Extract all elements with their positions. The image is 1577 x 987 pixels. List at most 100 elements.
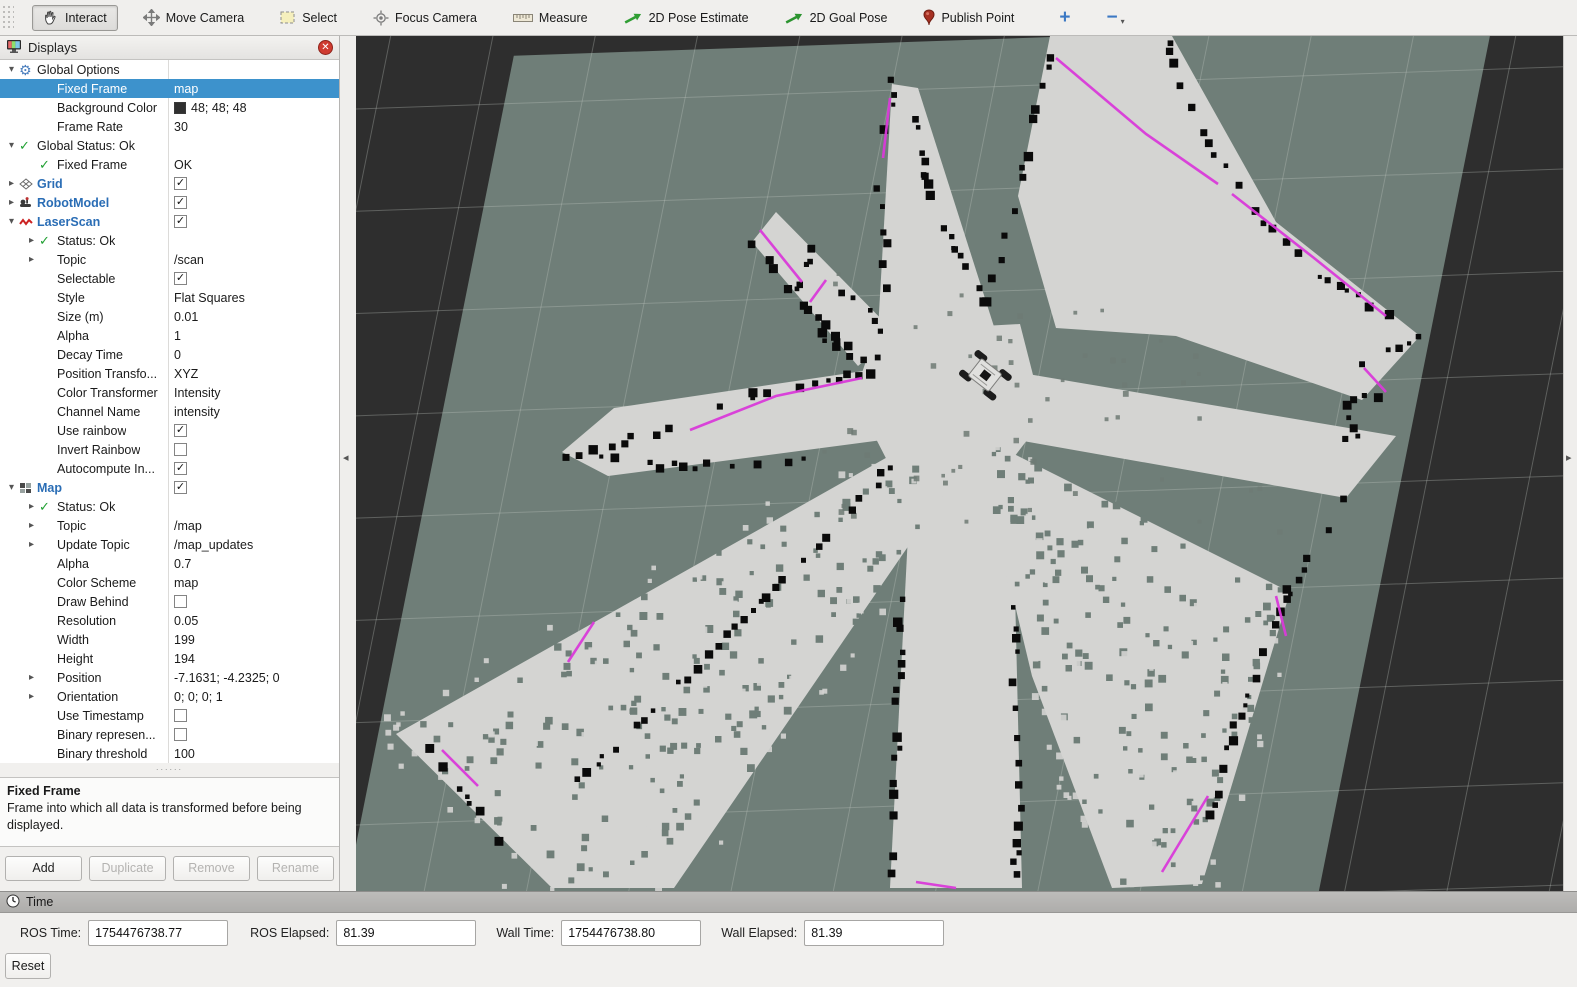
add-tool-button[interactable]: + <box>1051 7 1078 29</box>
property-value[interactable]: Flat Squares <box>169 288 339 307</box>
tree-row[interactable]: Draw Behind <box>0 592 339 611</box>
tree-row[interactable]: ▾ LaserScan ✓ <box>0 212 339 231</box>
property-value[interactable] <box>169 706 339 725</box>
property-value[interactable]: 48; 48; 48 <box>169 98 339 117</box>
left-splitter[interactable]: ◂ <box>340 36 356 891</box>
tool-button[interactable]: Move Camera <box>132 4 256 31</box>
tree-row[interactable]: ▸ Grid ✓ <box>0 174 339 193</box>
tree-row[interactable]: Resolution 0.05 <box>0 611 339 630</box>
tree-row[interactable]: Style Flat Squares <box>0 288 339 307</box>
property-value[interactable]: intensity <box>169 402 339 421</box>
collapse-right-icon[interactable]: ▸ <box>1566 451 1572 464</box>
tool-button[interactable]: Select <box>269 6 348 30</box>
3d-viewport[interactable] <box>356 36 1563 891</box>
tree-row[interactable]: ▸ Update Topic /map_updates <box>0 535 339 554</box>
tree-row[interactable]: ▸ RobotModel ✓ <box>0 193 339 212</box>
tree-row[interactable]: Frame Rate 30 <box>0 117 339 136</box>
panel-button[interactable]: Remove <box>173 856 250 881</box>
tree-row[interactable]: ▾ ⚙ Global Options <box>0 60 339 79</box>
property-value[interactable]: Intensity <box>169 383 339 402</box>
collapse-left-icon[interactable]: ◂ <box>343 451 349 464</box>
time-field-input[interactable] <box>561 920 701 946</box>
property-value[interactable] <box>169 592 339 611</box>
tree-row[interactable]: Selectable ✓ <box>0 269 339 288</box>
property-value[interactable] <box>169 497 339 516</box>
tree-row[interactable]: Autocompute In... ✓ <box>0 459 339 478</box>
tree-row[interactable]: ▸ Orientation 0; 0; 0; 1 <box>0 687 339 706</box>
property-value[interactable]: 0 <box>169 345 339 364</box>
panel-button[interactable]: Duplicate <box>89 856 166 881</box>
property-value[interactable] <box>169 725 339 744</box>
expander-icon[interactable]: ▾ <box>4 140 19 151</box>
time-field-input[interactable] <box>804 920 944 946</box>
property-value[interactable]: ✓ <box>169 269 339 288</box>
property-value[interactable] <box>169 136 339 155</box>
time-field-input[interactable] <box>336 920 476 946</box>
tool-button[interactable]: Interact <box>32 5 118 31</box>
expander-icon[interactable]: ▸ <box>24 235 39 246</box>
expander-icon[interactable]: ▸ <box>4 178 19 189</box>
property-value[interactable]: 0.05 <box>169 611 339 630</box>
tool-button[interactable]: Focus Camera <box>362 5 488 31</box>
displays-panel-header[interactable]: Displays ✕ <box>0 36 339 60</box>
property-value[interactable]: map <box>169 573 339 592</box>
expander-icon[interactable]: ▾ <box>4 216 19 227</box>
property-value[interactable]: 0; 0; 0; 1 <box>169 687 339 706</box>
close-icon[interactable]: ✕ <box>318 40 333 55</box>
tool-button[interactable]: Publish Point <box>912 4 1025 31</box>
tree-row[interactable]: ▸ ✓ Status: Ok <box>0 231 339 250</box>
tree-row[interactable]: ▸ ✓ Status: Ok <box>0 497 339 516</box>
tree-row[interactable]: Invert Rainbow <box>0 440 339 459</box>
panel-button[interactable]: Add <box>5 856 82 881</box>
property-value[interactable]: ✓ <box>169 212 339 231</box>
map-laser-scene[interactable] <box>356 36 1563 891</box>
property-value[interactable]: 199 <box>169 630 339 649</box>
property-value[interactable]: 30 <box>169 117 339 136</box>
property-value[interactable] <box>169 440 339 459</box>
tree-row[interactable]: Use rainbow ✓ <box>0 421 339 440</box>
tree-row[interactable]: Width 199 <box>0 630 339 649</box>
tree-row[interactable]: Background Color 48; 48; 48 <box>0 98 339 117</box>
property-value[interactable]: 100 <box>169 744 339 763</box>
tree-row[interactable]: Size (m) 0.01 <box>0 307 339 326</box>
property-value[interactable]: -7.1631; -4.2325; 0 <box>169 668 339 687</box>
right-splitter[interactable]: ▸ <box>1563 36 1577 891</box>
property-value[interactable]: ✓ <box>169 174 339 193</box>
property-value[interactable]: ✓ <box>169 459 339 478</box>
panel-splitter-handle[interactable]: ...... <box>0 765 339 771</box>
expander-icon[interactable]: ▸ <box>24 691 39 702</box>
tree-row[interactable]: Position Transfo... XYZ <box>0 364 339 383</box>
property-value[interactable]: ✓ <box>169 193 339 212</box>
tree-row[interactable]: Binary represen... <box>0 725 339 744</box>
reset-button[interactable]: Reset <box>5 953 51 979</box>
remove-tool-button[interactable]: − ▾ <box>1099 7 1133 29</box>
tree-row[interactable]: Decay Time 0 <box>0 345 339 364</box>
tool-button[interactable]: 2D Goal Pose <box>774 5 899 30</box>
tool-button[interactable]: 2D Pose Estimate <box>613 5 760 30</box>
tool-button[interactable]: Measure <box>502 6 599 30</box>
property-value[interactable]: XYZ <box>169 364 339 383</box>
property-value[interactable]: ✓ <box>169 421 339 440</box>
tree-row[interactable]: ▸ Position -7.1631; -4.2325; 0 <box>0 668 339 687</box>
tree-row[interactable]: ✓ Fixed Frame OK <box>0 155 339 174</box>
property-value[interactable]: /scan <box>169 250 339 269</box>
tree-row[interactable]: ▾ ✓ Global Status: Ok <box>0 136 339 155</box>
property-value[interactable]: OK <box>169 155 339 174</box>
property-value[interactable]: 0.01 <box>169 307 339 326</box>
tree-row[interactable]: Alpha 0.7 <box>0 554 339 573</box>
property-value[interactable]: 1 <box>169 326 339 345</box>
property-value[interactable]: 194 <box>169 649 339 668</box>
expander-icon[interactable]: ▾ <box>4 64 19 75</box>
tree-row[interactable]: ▾ Map ✓ <box>0 478 339 497</box>
chevron-down-icon[interactable]: ▾ <box>1121 17 1125 26</box>
property-value[interactable]: /map <box>169 516 339 535</box>
property-value[interactable]: ✓ <box>169 478 339 497</box>
property-value[interactable]: map <box>169 79 339 98</box>
property-value[interactable]: 0.7 <box>169 554 339 573</box>
tree-row[interactable]: Color Transformer Intensity <box>0 383 339 402</box>
expander-icon[interactable]: ▸ <box>4 197 19 208</box>
expander-icon[interactable]: ▸ <box>24 672 39 683</box>
tree-row[interactable]: Fixed Frame map <box>0 79 339 98</box>
expander-icon[interactable]: ▸ <box>24 254 39 265</box>
tree-row[interactable]: Binary threshold 100 <box>0 744 339 763</box>
